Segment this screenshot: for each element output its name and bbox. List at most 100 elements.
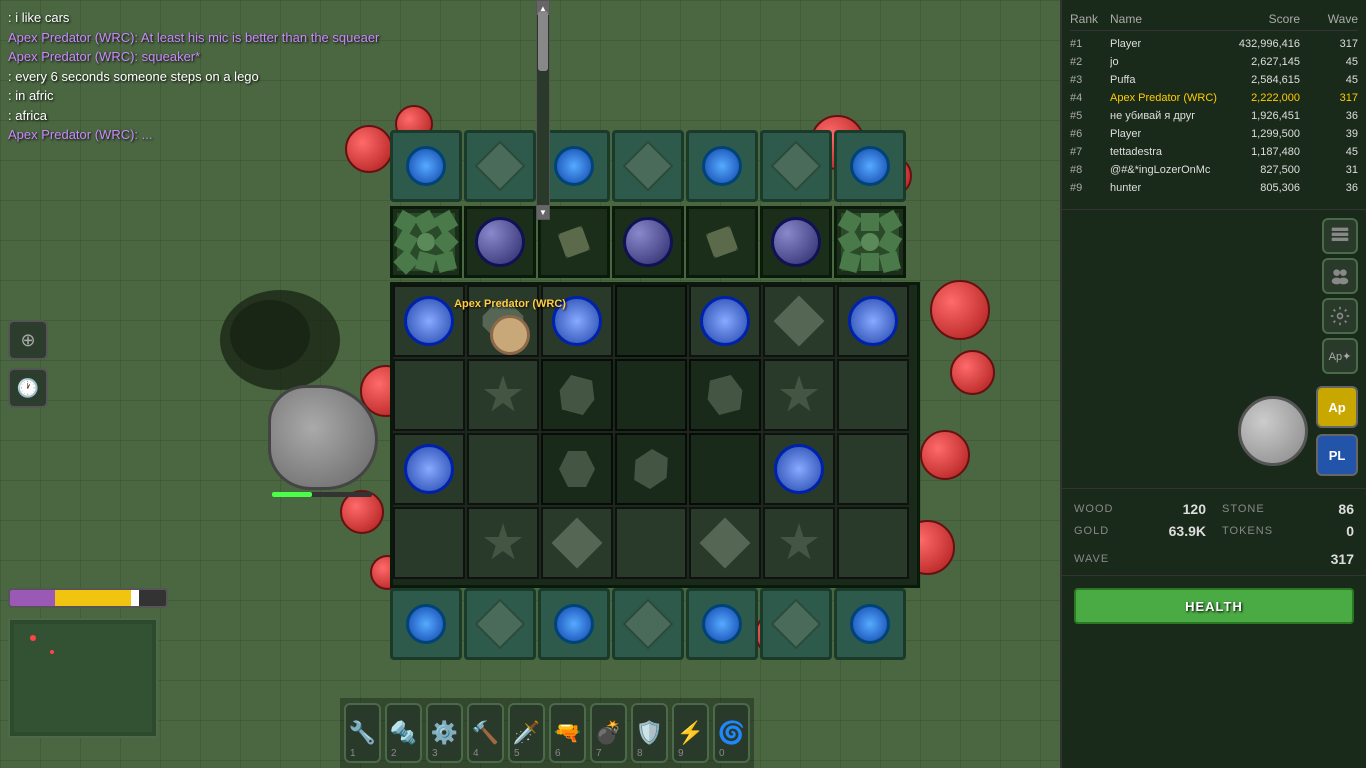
- lb-score: 2,584,615: [1218, 74, 1308, 86]
- lb-score: 827,500: [1218, 164, 1308, 176]
- leaderboard: Rank Name Score Wave #1 Player 432,996,4…: [1062, 0, 1366, 205]
- hotbar-slot-5[interactable]: 🗡️ 5: [508, 703, 545, 763]
- hotbar-icon: 🔫: [554, 720, 581, 746]
- hotbar-slot-num: 0: [719, 748, 725, 759]
- lb-name: tettadestra: [1110, 146, 1218, 158]
- health-label: HEALTH: [1185, 599, 1243, 614]
- hotbar-slot-4[interactable]: 🔨 4: [467, 703, 504, 763]
- lb-score: 2,627,145: [1218, 56, 1308, 68]
- wood-value: 120: [1183, 501, 1206, 517]
- chat-message: Apex Predator (WRC): ...: [8, 125, 502, 145]
- hotbar-slot-num: 6: [555, 748, 561, 759]
- lb-wave: 36: [1308, 182, 1358, 194]
- lb-rank: #2: [1070, 56, 1110, 68]
- lb-rank: #9: [1070, 182, 1110, 194]
- tokens-label: TOKENS: [1222, 525, 1273, 537]
- apex-btn[interactable]: Ap✦: [1322, 338, 1358, 374]
- base-structure: [390, 130, 950, 660]
- hotbar-slot-0[interactable]: 🌀 0: [713, 703, 750, 763]
- leaderboard-header: Rank Name Score Wave: [1070, 8, 1358, 31]
- leaderboard-row: #5 не убивай я друг 1,926,451 36: [1070, 107, 1358, 125]
- hotbar-slot-num: 5: [514, 748, 520, 759]
- hotbar-icon: ⚙️: [431, 720, 458, 746]
- lb-wave: 45: [1308, 56, 1358, 68]
- right-action-buttons: Ap✦: [1062, 214, 1366, 378]
- hotbar-slot-6[interactable]: 🔫 6: [549, 703, 586, 763]
- lb-rank: #8: [1070, 164, 1110, 176]
- hotbar: 🔧 1 🔩 2 ⚙️ 3 🔨 4 🗡️ 5 🔫 6 💣 7 🛡️ 8 ⚡ 9 �: [340, 698, 754, 768]
- leaderboard-row: #9 hunter 805,306 36: [1070, 179, 1358, 197]
- scroll-thumb[interactable]: [538, 11, 548, 71]
- lb-rank: #5: [1070, 110, 1110, 122]
- header-name: Name: [1110, 12, 1218, 26]
- scroll-down-arrow[interactable]: ▼: [537, 205, 549, 219]
- lb-name: Player: [1110, 38, 1218, 50]
- lb-wave: 31: [1308, 164, 1358, 176]
- lb-score: 1,926,451: [1218, 110, 1308, 122]
- settings-icon[interactable]: [1322, 298, 1358, 334]
- gold-label: GOLD: [1074, 525, 1109, 537]
- tokens-value: 0: [1346, 523, 1354, 539]
- chat-message: : i like cars: [8, 8, 502, 28]
- lb-name: Apex Predator (WRC): [1110, 92, 1218, 104]
- header-wave: Wave: [1308, 12, 1358, 26]
- lb-name: hunter: [1110, 182, 1218, 194]
- hotbar-slot-num: 1: [350, 748, 356, 759]
- lb-wave: 36: [1308, 110, 1358, 122]
- hotbar-slot-1[interactable]: 🔧 1: [344, 703, 381, 763]
- lb-rank: #3: [1070, 74, 1110, 86]
- hotbar-icon: 🛡️: [636, 720, 663, 746]
- wave-value: 317: [1331, 551, 1354, 567]
- hotbar-slot-num: 3: [432, 748, 438, 759]
- avatar-area: Ap PL: [1062, 378, 1366, 484]
- header-rank: Rank: [1070, 12, 1110, 26]
- hotbar-icon: 🔩: [390, 720, 417, 746]
- gold-value: 63.9K: [1169, 523, 1206, 539]
- leaderboard-row: #2 jo 2,627,145 45: [1070, 53, 1358, 71]
- lb-name: jo: [1110, 56, 1218, 68]
- hotbar-slot-9[interactable]: ⚡ 9: [672, 703, 709, 763]
- hotbar-slot-7[interactable]: 💣 7: [590, 703, 627, 763]
- xp-bar-handle: [131, 590, 139, 606]
- hotbar-slot-8[interactable]: 🛡️ 8: [631, 703, 668, 763]
- lb-wave: 39: [1308, 128, 1358, 140]
- lb-name: не убивай я друг: [1110, 110, 1218, 122]
- right-panel: Rank Name Score Wave #1 Player 432,996,4…: [1060, 0, 1366, 768]
- xp-bar-yellow-fill: [55, 590, 135, 606]
- leaderboard-rows: #1 Player 432,996,416 317 #2 jo 2,627,14…: [1070, 35, 1358, 197]
- chat-message: : africa: [8, 106, 502, 126]
- xp-bar-purple-fill: [10, 590, 55, 606]
- chat-message: : in afric: [8, 86, 502, 106]
- xp-bar: [8, 588, 168, 608]
- ap-button[interactable]: Ap: [1316, 386, 1358, 428]
- lb-score: 805,306: [1218, 182, 1308, 194]
- hotbar-slot-3[interactable]: ⚙️ 3: [426, 703, 463, 763]
- hotbar-slot-num: 8: [637, 748, 643, 759]
- player-character: Apex Predator (WRC): [490, 315, 530, 355]
- player-name-label: Apex Predator (WRC): [454, 298, 566, 310]
- wave-label: WAVE: [1074, 553, 1109, 565]
- target-icon[interactable]: ⊕: [8, 320, 48, 360]
- lb-score: 2,222,000: [1218, 92, 1308, 104]
- resources-panel: WOOD 120 STONE 86 GOLD 63.9K TOKENS 0: [1062, 493, 1366, 547]
- players-icon[interactable]: [1322, 218, 1358, 254]
- wave-display: WAVE 317: [1062, 547, 1366, 571]
- clock-icon[interactable]: 🕐: [8, 368, 48, 408]
- hotbar-slot-2[interactable]: 🔩 2: [385, 703, 422, 763]
- lb-name: Player: [1110, 128, 1218, 140]
- group-icon[interactable]: [1322, 258, 1358, 294]
- hotbar-slot-num: 4: [473, 748, 479, 759]
- lb-name: @#&*ingLozerOnMc: [1110, 164, 1218, 176]
- lb-score: 432,996,416: [1218, 38, 1308, 50]
- hotbar-slot-num: 7: [596, 748, 602, 759]
- stone-value: 86: [1338, 501, 1354, 517]
- chat-scrollbar[interactable]: ▲ ▼: [536, 0, 550, 220]
- hotbar-icon: 🔨: [472, 720, 499, 746]
- chat-message: : every 6 seconds someone steps on a leg…: [8, 67, 502, 87]
- game-canvas[interactable]: Apex Predator (WRC) : i like carsApex Pr…: [0, 0, 1060, 768]
- pl-button[interactable]: PL: [1316, 434, 1358, 476]
- lb-rank: #6: [1070, 128, 1110, 140]
- chat-panel: : i like carsApex Predator (WRC): At lea…: [0, 0, 510, 153]
- hotbar-icon: 🌀: [718, 720, 745, 746]
- header-score: Score: [1218, 12, 1308, 26]
